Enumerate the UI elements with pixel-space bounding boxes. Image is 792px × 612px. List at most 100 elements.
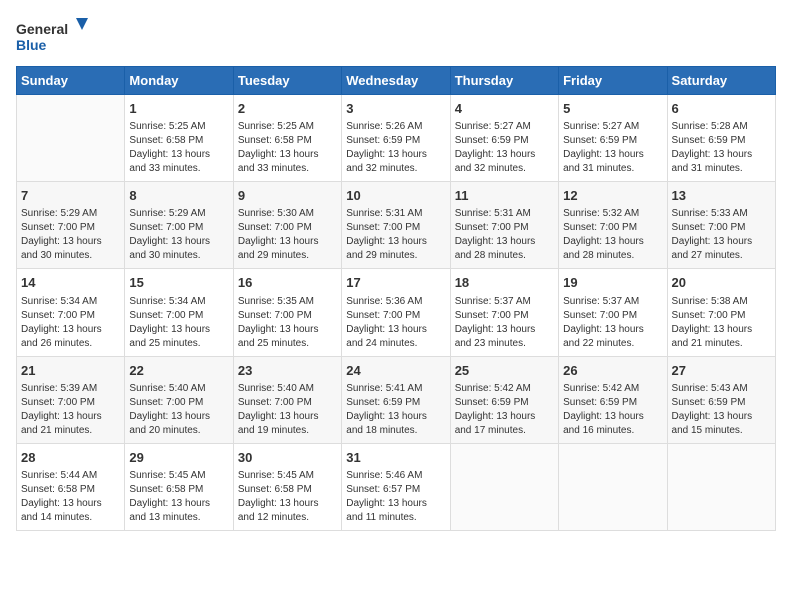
day-cell — [667, 443, 775, 530]
day-info: Sunrise: 5:27 AM Sunset: 6:59 PM Dayligh… — [455, 120, 554, 176]
day-info: Sunrise: 5:43 AM Sunset: 6:59 PM Dayligh… — [672, 382, 771, 438]
day-info: Sunrise: 5:38 AM Sunset: 7:00 PM Dayligh… — [672, 295, 771, 351]
day-cell — [17, 95, 125, 182]
day-cell: 8Sunrise: 5:29 AM Sunset: 7:00 PM Daylig… — [125, 182, 233, 269]
day-number: 10 — [346, 187, 445, 205]
day-number: 23 — [238, 362, 337, 380]
day-info: Sunrise: 5:28 AM Sunset: 6:59 PM Dayligh… — [672, 120, 771, 176]
day-cell: 17 Sunrise: 5:36 AM Sunset: 7:00 PM Dayli… — [342, 269, 450, 356]
day-info: Sunrise: 5:36 AM Sunset: 7:00 PM Dayligh… — [346, 295, 445, 351]
day-info: Sunrise: 5:37 AM Sunset: 7:00 PM Dayligh… — [455, 295, 554, 351]
day-info: Sunrise: 5:44 AM Sunset: 6:58 PM Dayligh… — [21, 469, 120, 525]
logo-svg: GeneralBlue — [16, 16, 96, 56]
day-cell: 10Sunrise: 5:31 AM Sunset: 7:00 PM Dayli… — [342, 182, 450, 269]
day-number: 16 — [238, 274, 337, 292]
day-info: Sunrise: 5:41 AM Sunset: 6:59 PM Dayligh… — [346, 382, 445, 438]
week-row-5: 28 Sunrise: 5:44 AM Sunset: 6:58 PM Dayli… — [17, 443, 776, 530]
day-info: Sunrise: 5:25 AM Sunset: 6:58 PM Dayligh… — [238, 120, 337, 176]
day-cell: 21Sunrise: 5:39 AM Sunset: 7:00 PM Dayli… — [17, 356, 125, 443]
svg-text:General: General — [16, 21, 68, 37]
day-info: Sunrise: 5:45 AM Sunset: 6:58 PM Dayligh… — [129, 469, 228, 525]
header: GeneralBlue — [16, 16, 776, 56]
day-number: 3 — [346, 100, 445, 118]
day-number: 13 — [672, 187, 771, 205]
day-cell: 28 Sunrise: 5:44 AM Sunset: 6:58 PM Dayli… — [17, 443, 125, 530]
day-cell: 30 Sunrise: 5:45 AM Sunset: 6:58 PM Dayli… — [233, 443, 341, 530]
day-info: Sunrise: 5:46 AM Sunset: 6:57 PM Dayligh… — [346, 469, 445, 525]
day-number: 24 — [346, 362, 445, 380]
day-number: 20 — [672, 274, 771, 292]
day-info: Sunrise: 5:34 AM Sunset: 7:00 PM Dayligh… — [129, 295, 228, 351]
day-cell: 4 Sunrise: 5:27 AM Sunset: 6:59 PM Daylig… — [450, 95, 558, 182]
day-info: Sunrise: 5:33 AM Sunset: 7:00 PM Dayligh… — [672, 207, 771, 263]
day-number: 7 — [21, 187, 120, 205]
day-cell: 15 Sunrise: 5:34 AM Sunset: 7:00 PM Dayli… — [125, 269, 233, 356]
day-cell: 6 Sunrise: 5:28 AM Sunset: 6:59 PM Daylig… — [667, 95, 775, 182]
day-cell: 22 Sunrise: 5:40 AM Sunset: 7:00 PM Dayli… — [125, 356, 233, 443]
day-number: 17 — [346, 274, 445, 292]
day-cell: 16 Sunrise: 5:35 AM Sunset: 7:00 PM Dayli… — [233, 269, 341, 356]
day-header-wednesday: Wednesday — [342, 67, 450, 95]
day-number: 28 — [21, 449, 120, 467]
day-number: 15 — [129, 274, 228, 292]
day-info: Sunrise: 5:26 AM Sunset: 6:59 PM Dayligh… — [346, 120, 445, 176]
logo: GeneralBlue — [16, 16, 96, 56]
day-number: 18 — [455, 274, 554, 292]
day-cell: 5 Sunrise: 5:27 AM Sunset: 6:59 PM Daylig… — [559, 95, 667, 182]
week-row-2: 7 Sunrise: 5:29 AM Sunset: 7:00 PM Daylig… — [17, 182, 776, 269]
day-info: Sunrise: 5:40 AM Sunset: 7:00 PM Dayligh… — [129, 382, 228, 438]
day-info: Sunrise: 5:37 AM Sunset: 7:00 PM Dayligh… — [563, 295, 662, 351]
day-cell: 14Sunrise: 5:34 AM Sunset: 7:00 PM Dayli… — [17, 269, 125, 356]
day-number: 14 — [21, 274, 120, 292]
day-cell: 13 Sunrise: 5:33 AM Sunset: 7:00 PM Dayli… — [667, 182, 775, 269]
day-info: Sunrise: 5:35 AM Sunset: 7:00 PM Dayligh… — [238, 295, 337, 351]
day-cell: 2Sunrise: 5:25 AM Sunset: 6:58 PM Daylig… — [233, 95, 341, 182]
day-header-friday: Friday — [559, 67, 667, 95]
day-info: Sunrise: 5:40 AM Sunset: 7:00 PM Dayligh… — [238, 382, 337, 438]
day-header-tuesday: Tuesday — [233, 67, 341, 95]
day-info: Sunrise: 5:30 AM Sunset: 7:00 PM Dayligh… — [238, 207, 337, 263]
day-cell: 31 Sunrise: 5:46 AM Sunset: 6:57 PM Dayli… — [342, 443, 450, 530]
day-cell: 24 Sunrise: 5:41 AM Sunset: 6:59 PM Dayli… — [342, 356, 450, 443]
days-header-row: SundayMondayTuesdayWednesdayThursdayFrid… — [17, 67, 776, 95]
day-number: 30 — [238, 449, 337, 467]
day-info: Sunrise: 5:45 AM Sunset: 6:58 PM Dayligh… — [238, 469, 337, 525]
day-cell: 9Sunrise: 5:30 AM Sunset: 7:00 PM Daylig… — [233, 182, 341, 269]
day-number: 4 — [455, 100, 554, 118]
week-row-1: 1Sunrise: 5:25 AM Sunset: 6:58 PM Daylig… — [17, 95, 776, 182]
day-number: 25 — [455, 362, 554, 380]
day-cell: 20 Sunrise: 5:38 AM Sunset: 7:00 PM Dayli… — [667, 269, 775, 356]
day-cell: 29 Sunrise: 5:45 AM Sunset: 6:58 PM Dayli… — [125, 443, 233, 530]
day-number: 29 — [129, 449, 228, 467]
calendar-table: SundayMondayTuesdayWednesdayThursdayFrid… — [16, 66, 776, 531]
week-row-4: 21Sunrise: 5:39 AM Sunset: 7:00 PM Dayli… — [17, 356, 776, 443]
day-cell: 11Sunrise: 5:31 AM Sunset: 7:00 PM Dayli… — [450, 182, 558, 269]
day-cell: 7 Sunrise: 5:29 AM Sunset: 7:00 PM Daylig… — [17, 182, 125, 269]
day-header-thursday: Thursday — [450, 67, 558, 95]
day-info: Sunrise: 5:29 AM Sunset: 7:00 PM Dayligh… — [21, 207, 120, 263]
day-header-monday: Monday — [125, 67, 233, 95]
day-number: 26 — [563, 362, 662, 380]
day-cell — [559, 443, 667, 530]
day-header-sunday: Sunday — [17, 67, 125, 95]
day-number: 22 — [129, 362, 228, 380]
day-cell: 19Sunrise: 5:37 AM Sunset: 7:00 PM Dayli… — [559, 269, 667, 356]
day-number: 6 — [672, 100, 771, 118]
day-number: 12 — [563, 187, 662, 205]
day-number: 31 — [346, 449, 445, 467]
day-cell: 18 Sunrise: 5:37 AM Sunset: 7:00 PM Dayli… — [450, 269, 558, 356]
day-info: Sunrise: 5:31 AM Sunset: 7:00 PM Dayligh… — [455, 207, 554, 263]
day-info: Sunrise: 5:42 AM Sunset: 6:59 PM Dayligh… — [563, 382, 662, 438]
day-number: 8 — [129, 187, 228, 205]
day-header-saturday: Saturday — [667, 67, 775, 95]
day-cell: 1Sunrise: 5:25 AM Sunset: 6:58 PM Daylig… — [125, 95, 233, 182]
day-info: Sunrise: 5:42 AM Sunset: 6:59 PM Dayligh… — [455, 382, 554, 438]
day-info: Sunrise: 5:27 AM Sunset: 6:59 PM Dayligh… — [563, 120, 662, 176]
day-cell: 27 Sunrise: 5:43 AM Sunset: 6:59 PM Dayli… — [667, 356, 775, 443]
day-info: Sunrise: 5:32 AM Sunset: 7:00 PM Dayligh… — [563, 207, 662, 263]
day-info: Sunrise: 5:25 AM Sunset: 6:58 PM Dayligh… — [129, 120, 228, 176]
day-number: 5 — [563, 100, 662, 118]
day-cell — [450, 443, 558, 530]
day-number: 27 — [672, 362, 771, 380]
day-cell: 3 Sunrise: 5:26 AM Sunset: 6:59 PM Daylig… — [342, 95, 450, 182]
